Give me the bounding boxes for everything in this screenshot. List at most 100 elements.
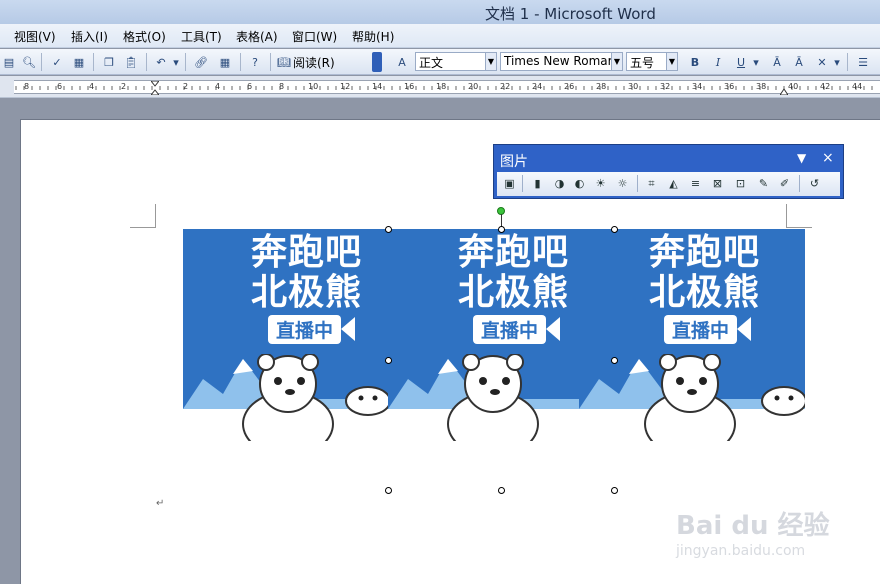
font-combo[interactable]: Times New Romar ▼	[500, 52, 623, 71]
resize-handle-top[interactable]	[498, 226, 505, 233]
undo-dropdown-icon[interactable]: ▾	[171, 53, 181, 71]
style-combo-value: 正文	[419, 56, 444, 70]
toolbar-separator	[637, 175, 638, 192]
rotate-left-icon[interactable]: ◭	[665, 175, 682, 192]
picture-title-line1: 奔跑吧	[649, 232, 761, 273]
underline-dropdown-icon[interactable]: ▾	[751, 53, 761, 71]
title-bar: 文档 1 - Microsoft Word	[0, 0, 880, 24]
ruler-label: 32	[660, 82, 671, 91]
polar-bear-cub-icon	[345, 386, 388, 416]
table-icon[interactable]: ▦	[216, 53, 234, 71]
ruler-label: 8	[24, 82, 30, 91]
reading-icon[interactable]: 📖︎	[275, 53, 293, 71]
menu-format[interactable]: 格式(O)	[123, 28, 166, 45]
resize-handle-bottom[interactable]	[498, 487, 505, 494]
horizontal-ruler[interactable]: 8 6 4 2 2 4 6 8 10 12 14 16 18 20 22 24 …	[0, 76, 880, 98]
hyperlink-icon[interactable]: 🔗︎	[192, 53, 210, 71]
less-contrast-icon[interactable]: ◐	[571, 175, 588, 192]
menu-tools[interactable]: 工具(T)	[181, 28, 222, 45]
resize-handle-left[interactable]	[385, 357, 392, 364]
char-border-icon[interactable]: Ā	[768, 53, 786, 71]
paste-icon[interactable]: 📋︎	[122, 53, 140, 71]
picture-toolbar[interactable]: 图片 ▼ × ▣ ▮ ◑ ◐ ☀ ☼ ⌗ ◭ ≡ ⊠ ⊡ ✎ ✐ ↺	[493, 144, 844, 199]
chevron-down-icon[interactable]: ▼	[485, 53, 496, 70]
style-combo[interactable]: 正文 ▼	[415, 52, 497, 71]
toolbar-separator	[799, 175, 800, 192]
set-transparent-color-icon[interactable]: ✐	[776, 175, 793, 192]
resize-handle-top-left[interactable]	[385, 226, 392, 233]
chevron-down-icon[interactable]: ▼	[666, 53, 677, 70]
menu-help[interactable]: 帮助(H)	[352, 28, 394, 45]
right-indent-marker[interactable]	[780, 81, 788, 95]
char-scale-icon[interactable]: ✕	[813, 53, 831, 71]
reset-picture-icon[interactable]: ↺	[806, 175, 823, 192]
picture-tile-3[interactable]: 奔跑吧 北极熊 直播中	[579, 229, 805, 441]
picture-toolbar-title[interactable]: 图片	[500, 151, 528, 171]
italic-icon[interactable]: I	[709, 53, 727, 71]
resize-handle-bottom-right[interactable]	[611, 487, 618, 494]
toolbar-separator	[41, 53, 42, 71]
color-icon[interactable]: ▮	[529, 175, 546, 192]
less-brightness-icon[interactable]: ☼	[614, 175, 631, 192]
close-icon[interactable]: ×	[822, 150, 834, 166]
live-badge: 直播中	[268, 315, 342, 344]
ruler-label: 34	[692, 82, 703, 91]
standard-toolbar: ▤ 🔍︎ ✓ ▦ ❐ 📋︎ ↶ ▾ 🔗︎ ▦ ? 📖︎ 阅读(R) A 正文 ▼…	[0, 49, 880, 75]
font-combo-value: Times New Romar	[504, 54, 613, 68]
paragraph-mark-icon: ↵	[156, 498, 165, 509]
live-badge: 直播中	[664, 315, 738, 344]
ruler-label: 44	[852, 82, 863, 91]
align-justify-icon[interactable]: ☰	[854, 53, 872, 71]
text-wrapping-icon[interactable]: ⊡	[732, 175, 749, 192]
crop-icon[interactable]: ⌗	[643, 175, 660, 192]
menu-view[interactable]: 视图(V)	[14, 28, 56, 45]
picture-tile-1[interactable]: 奔跑吧 北极熊 直播中	[183, 229, 388, 441]
toolbar-options-icon[interactable]	[372, 52, 382, 72]
polar-bear-cub-icon	[761, 386, 805, 416]
size-combo[interactable]: 五号 ▼	[626, 52, 678, 71]
toolbar-options-icon[interactable]: ▼	[797, 151, 806, 165]
menu-table[interactable]: 表格(A)	[236, 28, 278, 45]
more-contrast-icon[interactable]: ◑	[551, 175, 568, 192]
spelling-icon[interactable]: ✓	[48, 53, 66, 71]
underline-icon[interactable]: U	[732, 53, 750, 71]
picture-title-line2: 北极熊	[649, 272, 761, 313]
char-scale-dropdown-icon[interactable]: ▾	[832, 53, 842, 71]
ruler-label: 22	[500, 82, 511, 91]
toolbar-separator	[847, 53, 848, 71]
resize-handle-bottom-left[interactable]	[385, 487, 392, 494]
ruler-label: 6	[247, 82, 253, 91]
ruler-label: 20	[468, 82, 479, 91]
chevron-down-icon[interactable]: ▼	[611, 53, 622, 70]
copy-icon[interactable]: ❐	[100, 53, 118, 71]
window-title: 文档 1 - Microsoft Word	[485, 5, 656, 23]
char-shading-icon[interactable]: Ā	[790, 53, 808, 71]
resize-handle-right[interactable]	[611, 357, 618, 364]
menu-window[interactable]: 窗口(W)	[292, 28, 337, 45]
ruler-label: 28	[596, 82, 607, 91]
ruler-label: 38	[756, 82, 767, 91]
crop-mark	[786, 204, 812, 228]
ruler-label: 26	[564, 82, 575, 91]
toolbar-separator	[146, 53, 147, 71]
first-line-indent-marker[interactable]	[151, 81, 159, 95]
more-brightness-icon[interactable]: ☀	[592, 175, 609, 192]
research-icon[interactable]: ▦	[70, 53, 88, 71]
insert-picture-icon[interactable]: ▣	[501, 175, 518, 192]
print-preview-icon[interactable]: 🔍︎	[20, 53, 38, 71]
styles-icon[interactable]: A	[393, 53, 411, 71]
line-style-icon[interactable]: ≡	[687, 175, 704, 192]
picture-title-line1: 奔跑吧	[458, 232, 570, 273]
picture-tile-2[interactable]: 奔跑吧 北极熊 直播中	[388, 229, 579, 441]
undo-icon[interactable]: ↶	[152, 53, 170, 71]
left-margin-strip	[0, 99, 20, 584]
print-icon[interactable]: ▤	[0, 53, 18, 71]
ruler-label: 30	[628, 82, 639, 91]
reading-button[interactable]: 阅读(R)	[293, 54, 335, 71]
format-picture-icon[interactable]: ✎	[755, 175, 772, 192]
help-icon[interactable]: ?	[246, 53, 264, 71]
bold-icon[interactable]: B	[686, 53, 704, 71]
menu-insert[interactable]: 插入(I)	[71, 28, 108, 45]
compress-pictures-icon[interactable]: ⊠	[709, 175, 726, 192]
resize-handle-top-right[interactable]	[611, 226, 618, 233]
